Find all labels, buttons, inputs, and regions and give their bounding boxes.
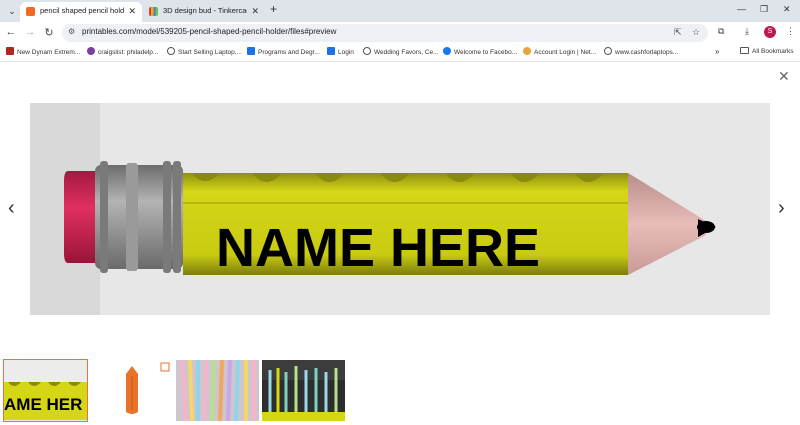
download-icon[interactable]: ⤓ xyxy=(745,26,749,37)
url-text[interactable]: printables.com/model/539205-pencil-shape… xyxy=(82,27,336,36)
thumbnail-text: AME HER xyxy=(4,395,82,414)
bookmarks-bar: New Dynam Extrem... craigslist: philadel… xyxy=(0,44,800,62)
address-bar[interactable]: ⚙ printables.com/model/539205-pencil-sha… xyxy=(62,24,708,42)
pencil-tip xyxy=(628,173,706,275)
thumbnail-3d-model[interactable] xyxy=(90,360,173,421)
folder-icon xyxy=(740,47,749,54)
bookmark-item[interactable]: www.cashforlaptops... xyxy=(604,47,678,56)
z-icon xyxy=(327,47,335,55)
restore-icon[interactable]: ❐ xyxy=(760,4,768,15)
main-preview-image: NAME HERE xyxy=(30,103,770,315)
globe-icon xyxy=(363,47,371,55)
bookmark-item[interactable]: Welcome to Facebo... xyxy=(443,47,517,56)
bookmark-item[interactable]: New Dynam Extrem... xyxy=(6,47,80,56)
back-icon[interactable]: ← xyxy=(4,26,18,38)
bookmark-item[interactable]: craigslist: philadelp... xyxy=(87,47,158,56)
bookmark-item[interactable]: Start Selling Laptop,... xyxy=(167,47,242,56)
reload-icon[interactable]: ↻ xyxy=(42,26,56,39)
thumbnail-strip: AME HER xyxy=(0,354,800,425)
tab-tinkercad[interactable]: 3D design bud - Tinkercad ✕ xyxy=(143,2,265,22)
pencil-name-text: NAME HERE xyxy=(216,218,540,278)
thumbnail-name-here[interactable]: AME HER xyxy=(3,359,88,422)
tab-title: pencil shaped pencil holder by xyxy=(40,6,124,15)
close-tab-icon[interactable]: ✕ xyxy=(251,2,259,20)
printables-favicon-icon xyxy=(26,7,35,16)
globe-icon xyxy=(604,47,612,55)
image-viewer: ✕ ‹ › NAME HERE xyxy=(0,62,800,354)
browser-toolbar: ← → ↻ ⚙ printables.com/model/539205-penc… xyxy=(0,22,800,44)
z-icon xyxy=(247,47,255,55)
tab-search-chevron-icon[interactable]: ⌄ xyxy=(4,3,20,19)
next-image-chevron-icon[interactable]: › xyxy=(778,197,785,220)
menu-kebab-icon[interactable]: ⋮ xyxy=(786,26,795,37)
site-info-icon[interactable]: ⚙ xyxy=(68,27,75,36)
bookmark-item[interactable]: Login xyxy=(327,47,354,56)
x-icon xyxy=(6,47,14,55)
bookmark-star-icon[interactable]: ☆ xyxy=(692,27,700,38)
minimize-icon[interactable]: — xyxy=(737,4,746,14)
close-window-icon[interactable]: ✕ xyxy=(783,4,791,15)
tab-pencil-holder[interactable]: pencil shaped pencil holder by ✕ xyxy=(20,2,142,22)
previous-image-chevron-icon[interactable]: ‹ xyxy=(8,197,15,220)
tab-title: 3D design bud - Tinkercad xyxy=(163,6,247,15)
tinkercad-favicon-icon xyxy=(149,7,158,16)
thumbnail-pencil-holders-photo[interactable] xyxy=(262,360,345,421)
all-bookmarks[interactable]: All Bookmarks xyxy=(740,47,794,55)
bookmark-item[interactable]: Programs and Degr... xyxy=(247,47,320,56)
extensions-icon[interactable]: ⧉ xyxy=(718,26,724,37)
tab-strip: ⌄ pencil shaped pencil holder by ✕ 3D de… xyxy=(0,0,800,22)
thumbnail-colored-pencils[interactable] xyxy=(176,360,259,421)
close-viewer-icon[interactable]: ✕ xyxy=(778,68,790,85)
bookmark-item[interactable]: Wedding Favors, Ce... xyxy=(363,47,439,56)
close-tab-icon[interactable]: ✕ xyxy=(128,2,136,20)
facebook-icon xyxy=(443,47,451,55)
globe-icon xyxy=(167,47,175,55)
bookmark-item[interactable]: Account Login | Net... xyxy=(523,47,596,56)
more-bookmarks-chevron-icon[interactable]: » xyxy=(715,47,719,56)
forward-icon[interactable]: → xyxy=(23,26,37,38)
pencil-render: NAME HERE xyxy=(30,103,716,315)
profile-avatar[interactable]: S xyxy=(764,26,776,38)
peace-icon xyxy=(87,47,95,55)
new-tab-plus-icon[interactable]: + xyxy=(270,2,277,16)
n-icon xyxy=(523,47,531,55)
open-in-app-icon[interactable]: ⇱ xyxy=(674,27,682,38)
